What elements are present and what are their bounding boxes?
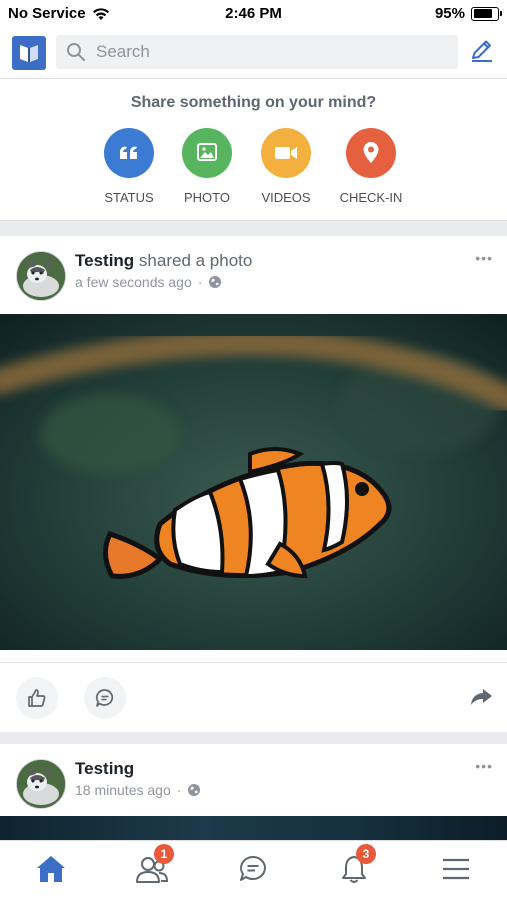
dog-avatar-image [17, 252, 65, 300]
book-icon [20, 45, 38, 62]
tab-messages[interactable] [233, 849, 273, 889]
author-name[interactable]: Testing [75, 251, 134, 270]
videos-label: VIDEOS [261, 190, 311, 205]
comment-icon [95, 689, 114, 707]
friends-badge: 1 [154, 844, 174, 864]
meta-separator: · [176, 782, 182, 798]
quote-icon [119, 146, 137, 159]
post-timestamp[interactable]: a few seconds ago [75, 274, 192, 290]
post-header: Testing shared a photo [75, 251, 252, 271]
photo-icon [197, 143, 217, 161]
chat-bubble-icon [240, 856, 266, 881]
share-icon[interactable] [469, 687, 493, 707]
post-photo[interactable] [0, 816, 507, 840]
checkin-button[interactable]: CHECK-IN [326, 128, 416, 205]
post-meta: a few seconds ago · [75, 274, 222, 290]
author-name[interactable]: Testing [75, 759, 134, 778]
compose-icon[interactable] [469, 38, 495, 64]
more-options-icon[interactable]: ••• [475, 250, 493, 266]
avatar[interactable] [16, 759, 66, 809]
photo-button[interactable]: PHOTO [162, 128, 252, 205]
home-icon [37, 856, 65, 882]
bottom-tab-bar: 1 3 [0, 840, 507, 901]
notifications-badge: 3 [356, 844, 376, 864]
search-icon [67, 43, 85, 61]
globe-icon [209, 276, 222, 288]
comment-button[interactable] [84, 677, 126, 719]
checkin-label: CHECK-IN [339, 190, 403, 205]
top-navigation [0, 28, 507, 79]
videos-circle [261, 128, 311, 178]
feed-post: Testing shared a photo a few seconds ago… [0, 236, 507, 732]
hamburger-menu-icon [443, 858, 469, 880]
status-button[interactable]: STATUS [84, 128, 174, 205]
post-composer: Share something on your mind? STATUS PHO… [0, 79, 507, 221]
tab-friends[interactable]: 1 [132, 844, 174, 889]
like-button[interactable] [16, 677, 58, 719]
checkin-circle [346, 128, 396, 178]
post-header: Testing [75, 759, 134, 779]
clock: 2:46 PM [225, 5, 282, 22]
tab-notifications[interactable]: 3 [334, 844, 376, 889]
meta-separator: · [197, 274, 203, 290]
dog-avatar-image [17, 760, 65, 808]
app-logo[interactable] [12, 36, 46, 70]
location-pin-icon [363, 142, 379, 163]
video-camera-icon [275, 147, 297, 159]
search-input[interactable] [94, 41, 438, 63]
videos-button[interactable]: VIDEOS [241, 128, 331, 205]
tab-menu[interactable] [436, 849, 476, 889]
tab-home[interactable] [31, 849, 71, 889]
status-label: STATUS [104, 190, 154, 205]
globe-icon [188, 784, 201, 796]
post-photo[interactable] [0, 314, 507, 650]
status-bar: No Service 2:46 PM 95% [0, 0, 507, 28]
composer-prompt: Share something on your mind? [130, 94, 377, 111]
avatar[interactable] [16, 251, 66, 301]
photo-label: PHOTO [184, 190, 230, 205]
thumbs-up-icon [28, 689, 46, 707]
photo-circle [182, 128, 232, 178]
post-meta: 18 minutes ago · [75, 782, 201, 798]
post-timestamp[interactable]: 18 minutes ago [75, 782, 171, 798]
status-circle [104, 128, 154, 178]
battery-percent: 95% [434, 5, 465, 22]
clownfish-image [0, 314, 507, 650]
post-action-text: shared a photo [138, 251, 253, 270]
more-options-icon[interactable]: ••• [475, 758, 493, 774]
feed-post: Testing 18 minutes ago · ••• [0, 744, 507, 840]
battery-icon [471, 6, 502, 21]
post-actions [0, 662, 507, 733]
search-bar[interactable] [56, 35, 458, 69]
